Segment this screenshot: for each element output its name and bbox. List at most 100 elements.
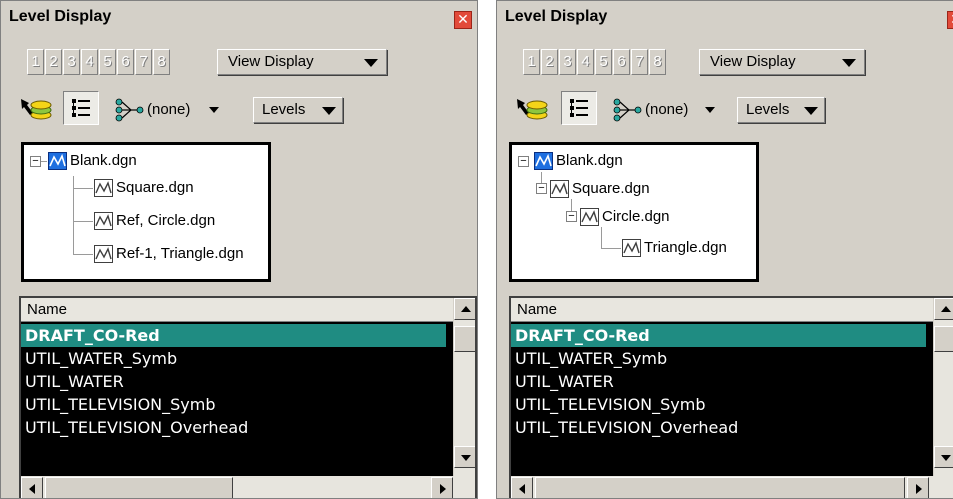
filter-label: (none) (147, 101, 191, 118)
table-row[interactable]: UTIL_WATER_Symb (21, 347, 454, 370)
levels-label: Levels (746, 101, 790, 118)
column-header-name[interactable]: Name (21, 298, 454, 322)
filter-selector[interactable]: (none) (113, 97, 243, 123)
close-button[interactable]: ✕ (454, 11, 472, 29)
view-display-label: View Display (710, 53, 796, 70)
scroll-right-button[interactable] (907, 477, 929, 498)
level-tab-4[interactable]: 4 (81, 49, 98, 75)
tree-expander[interactable]: − (536, 183, 547, 194)
table-row[interactable]: UTIL_TELEVISION_Overhead (511, 416, 934, 439)
table-row[interactable]: UTIL_WATER (21, 370, 454, 393)
tree-view-toggle[interactable] (63, 91, 99, 125)
tree-item-label: Ref-1, Triangle.dgn (116, 245, 244, 262)
levels-dropdown[interactable]: Levels (737, 97, 825, 123)
scroll-thumb[interactable] (45, 477, 233, 498)
level-tab-2[interactable]: 2 (541, 49, 558, 75)
levels-dropdown[interactable]: Levels (253, 97, 343, 123)
filter-selector[interactable]: (none) (611, 97, 731, 123)
level-tab-5[interactable]: 5 (595, 49, 612, 75)
scroll-down-button[interactable] (934, 446, 953, 468)
column-header-name[interactable]: Name (511, 298, 934, 322)
model-icon (94, 212, 113, 230)
level-tab-5[interactable]: 5 (99, 49, 116, 75)
table-row[interactable]: UTIL_TELEVISION_Symb (511, 393, 934, 416)
view-display-label: View Display (228, 53, 314, 70)
table-row[interactable]: DRAFT_CO-Red (21, 324, 446, 347)
level-tab-8[interactable]: 8 (649, 49, 666, 75)
tree-expander[interactable]: − (566, 211, 577, 222)
table-row[interactable]: UTIL_TELEVISION_Overhead (21, 416, 454, 439)
levels-list: Name DRAFT_CO-Red UTIL_WATER_Symb UTIL_W… (19, 296, 477, 498)
tree-item-label: Square.dgn (116, 179, 194, 196)
level-tab-4[interactable]: 4 (577, 49, 594, 75)
horizontal-scrollbar[interactable] (21, 476, 475, 498)
table-row[interactable]: UTIL_TELEVISION_Symb (21, 393, 454, 416)
panel-title: Level Display (9, 8, 112, 25)
model-tree: − Blank.dgn Square.dgn Ref, Circle.dgn R… (21, 142, 271, 282)
model-icon (94, 245, 113, 263)
arrow-down-icon (941, 455, 951, 461)
level-tab-3[interactable]: 3 (559, 49, 576, 75)
model-tree: − − − Blank.dgn Square.dgn Circle.dgn Tr… (509, 142, 759, 282)
scroll-left-button[interactable] (511, 477, 533, 498)
scroll-right-button[interactable] (431, 477, 453, 498)
level-tab-8[interactable]: 8 (153, 49, 170, 75)
arrow-up-icon (941, 306, 951, 312)
tree-item-label: Blank.dgn (70, 152, 137, 169)
scroll-up-button[interactable] (454, 298, 475, 320)
scroll-thumb[interactable] (535, 477, 905, 498)
tree-expander[interactable]: − (518, 156, 529, 167)
horizontal-scrollbar[interactable] (511, 476, 953, 498)
arrow-down-icon (461, 455, 471, 461)
chevron-down-icon (705, 107, 715, 113)
arrow-right-icon (916, 484, 922, 494)
level-tab-2[interactable]: 2 (45, 49, 62, 75)
level-display-panel-left: Level Display ✕ 1 2 3 4 5 6 7 8 View Dis… (0, 0, 478, 499)
model-icon (580, 208, 599, 226)
list-tree-icon (570, 99, 588, 117)
list-tree-icon (72, 99, 90, 117)
scroll-thumb[interactable] (454, 326, 475, 352)
table-row[interactable]: DRAFT_CO-Red (511, 324, 926, 347)
root-model-icon (534, 152, 553, 170)
level-tab-6[interactable]: 6 (613, 49, 630, 75)
level-tab-6[interactable]: 6 (117, 49, 134, 75)
arrow-left-icon (29, 484, 35, 494)
scroll-up-button[interactable] (934, 298, 953, 320)
filter-hierarchy-icon (613, 98, 642, 122)
scroll-down-button[interactable] (454, 446, 475, 468)
panel-titlebar[interactable]: Level Display ✕ (497, 1, 953, 33)
level-tab-3[interactable]: 3 (63, 49, 80, 75)
scroll-thumb[interactable] (934, 326, 953, 352)
level-manager-icon[interactable] (515, 95, 549, 128)
vertical-scrollbar[interactable] (453, 298, 475, 478)
chevron-down-icon (842, 59, 856, 67)
vertical-scrollbar[interactable] (933, 298, 953, 478)
levels-list: Name DRAFT_CO-Red UTIL_WATER_Symb UTIL_W… (509, 296, 953, 498)
close-button[interactable]: ✕ (947, 11, 953, 29)
close-icon: ✕ (457, 11, 469, 27)
level-tab-7[interactable]: 7 (631, 49, 648, 75)
toolbar: (none) Levels (497, 89, 953, 129)
table-row[interactable]: UTIL_WATER_Symb (511, 347, 934, 370)
level-tab-7[interactable]: 7 (135, 49, 152, 75)
level-manager-icon[interactable] (19, 95, 53, 128)
table-row[interactable]: UTIL_WATER (511, 370, 934, 393)
chevron-down-icon (209, 107, 219, 113)
view-display-dropdown[interactable]: View Display (217, 49, 387, 75)
levels-label: Levels (262, 101, 306, 118)
tree-view-toggle[interactable] (561, 91, 597, 125)
level-display-panel-right: Level Display ✕ 1 2 3 4 5 6 7 8 View Dis… (496, 0, 953, 499)
tree-expander[interactable]: − (30, 156, 41, 167)
level-tab-1[interactable]: 1 (27, 49, 44, 75)
arrow-right-icon (440, 484, 446, 494)
tree-item-label: Blank.dgn (556, 152, 623, 169)
view-display-dropdown[interactable]: View Display (699, 49, 865, 75)
model-icon (94, 179, 113, 197)
panel-titlebar[interactable]: Level Display ✕ (1, 1, 477, 33)
chevron-down-icon (804, 107, 818, 115)
level-tab-1[interactable]: 1 (523, 49, 540, 75)
toolbar: (none) Levels (1, 89, 477, 129)
arrow-up-icon (461, 306, 471, 312)
scroll-left-button[interactable] (21, 477, 43, 498)
